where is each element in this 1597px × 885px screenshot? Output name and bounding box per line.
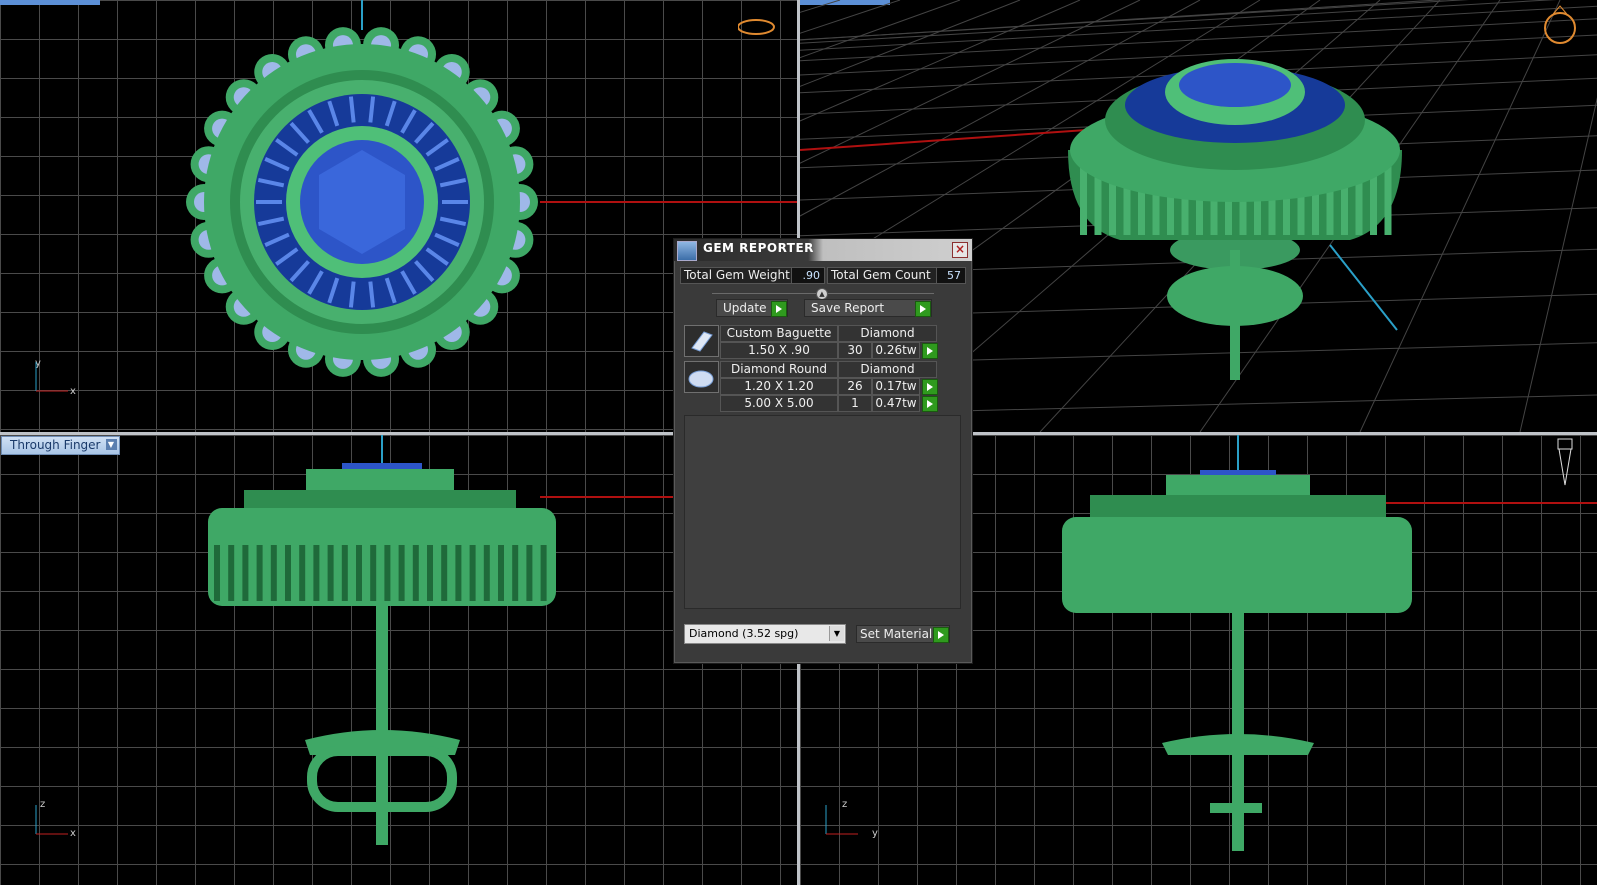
gem-count: 30 [838,342,872,359]
round-gem-icon[interactable] [684,361,719,393]
play-icon [933,627,949,643]
baguette-gem-icon[interactable] [684,325,719,357]
gem-size[interactable]: 1.20 X 1.20 [720,378,838,395]
axis-gizmo [35,362,68,392]
gem-reporter-icon [677,241,697,261]
gem-count: 26 [838,378,872,395]
gem-size[interactable]: 5.00 X 5.00 [720,395,838,412]
gem-material: Diamond [838,361,937,378]
gem-list-empty-area[interactable] [684,415,961,609]
close-icon[interactable]: × [952,242,968,258]
play-icon [915,301,931,317]
gem-group-baguette: Custom Baguette Diamond 1.50 X .90 30 0.… [684,325,938,359]
total-gem-count: Total Gem Count 57 [827,267,966,284]
gem-group-round: Diamond Round Diamond 1.20 X 1.20 26 0.1… [684,361,938,413]
view-earring-icon[interactable] [1550,437,1580,493]
dialog-title-bar[interactable]: GEM REPORTER × [674,239,972,261]
total-gem-weight-label: Total Gem Weight [684,268,790,282]
update-button[interactable]: Update [716,299,788,317]
gem-size[interactable]: 1.50 X .90 [720,342,838,359]
select-gem-button[interactable] [922,379,938,395]
view-cube-icon[interactable] [738,14,788,44]
play-icon [771,301,787,317]
chevron-down-icon[interactable]: ▼ [829,626,844,641]
save-report-button[interactable]: Save Report [804,299,932,317]
axis-z-label: z [40,799,46,810]
axis-gizmo [825,805,858,835]
total-gem-count-label: Total Gem Count [831,268,931,282]
gem-count: 1 [838,395,872,412]
save-report-label: Save Report [811,301,885,315]
select-gem-button[interactable] [922,396,938,412]
material-select[interactable]: Diamond (3.52 spg) ▼ [684,624,846,644]
gem-reporter-dialog: GEM REPORTER × Total Gem Weight .90 Tota… [673,238,973,664]
gem-weight: 0.47tw [872,395,920,412]
gem-name: Diamond Round [720,361,838,378]
axis-y-label: y [872,828,878,839]
total-gem-count-value: 57 [936,268,965,283]
set-material-button[interactable]: Set Material [856,625,950,643]
gem-weight: 0.17tw [872,378,920,395]
total-gem-weight-value: .90 [791,268,824,283]
material-select-value: Diamond (3.52 spg) [689,627,799,640]
gem-material: Diamond [838,325,937,342]
dialog-title: GEM REPORTER [703,241,814,255]
gem-name: Custom Baguette [720,325,838,342]
select-gem-button[interactable] [922,343,938,359]
axis-x-label: x [70,828,76,839]
axis-z-label: z [842,799,848,810]
gem-weight: 0.26tw [872,342,920,359]
update-label: Update [723,301,767,315]
view-ring-icon[interactable] [1540,4,1590,54]
set-material-label: Set Material [860,627,933,641]
total-gem-weight: Total Gem Weight .90 [680,267,825,284]
